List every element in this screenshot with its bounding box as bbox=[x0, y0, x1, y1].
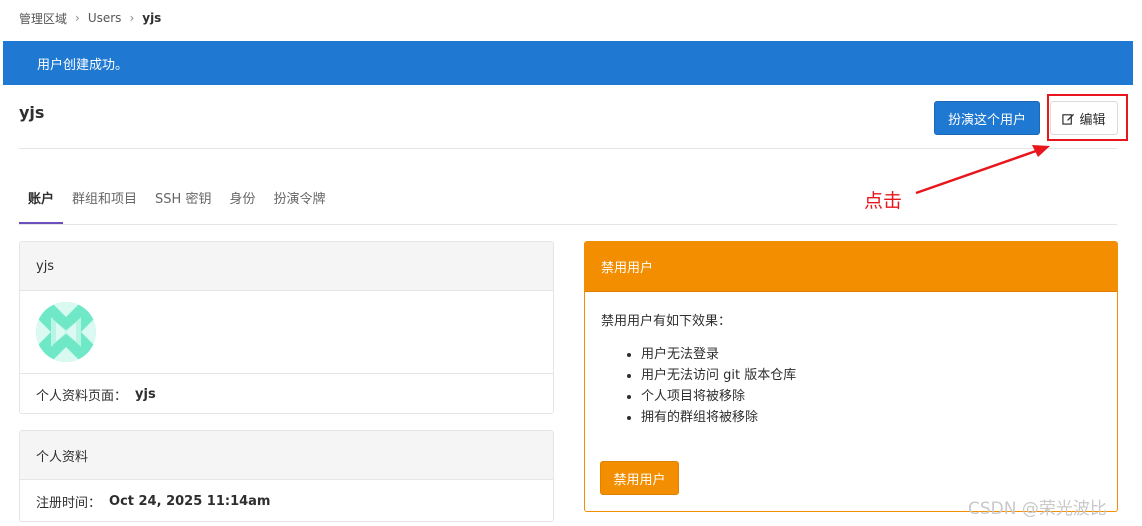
block-user-card-header: 禁用用户 bbox=[585, 242, 1117, 292]
profile-card-header: 个人资料 bbox=[20, 431, 553, 480]
flash-notice: 用户创建成功。 bbox=[3, 41, 1133, 85]
impersonate-button-label: 扮演这个用户 bbox=[947, 112, 1026, 128]
breadcrumb: 管理区域 › Users › yjs bbox=[19, 10, 161, 26]
member-since-row: 注册时间： Oct 24, 2025 11:14am bbox=[20, 480, 553, 521]
list-item: 拥有的群组将被移除 bbox=[641, 407, 1101, 428]
annotation-highlight-box bbox=[1047, 94, 1128, 141]
watermark: CSDN @荣光波比 bbox=[968, 499, 1107, 519]
header-divider bbox=[19, 148, 1117, 149]
user-card: yjs 个人资料页面： yjs bbox=[19, 241, 554, 414]
chevron-right-icon: › bbox=[75, 11, 80, 25]
breadcrumb-users[interactable]: Users bbox=[88, 11, 122, 25]
chevron-right-icon: › bbox=[129, 11, 135, 25]
page-title: yjs bbox=[19, 103, 45, 122]
user-card-header: yjs bbox=[20, 242, 553, 291]
block-user-body: 禁用用户有如下效果： 用户无法登录 用户无法访问 git 版本仓库 个人项目将被… bbox=[585, 292, 1117, 428]
annotation-text: 点击 bbox=[864, 190, 903, 212]
list-item: 个人项目将被移除 bbox=[641, 386, 1101, 407]
list-item: 用户无法登录 bbox=[641, 344, 1101, 365]
tab-impersonation-tokens[interactable]: 扮演令牌 bbox=[264, 180, 334, 224]
breadcrumb-current: yjs bbox=[142, 11, 162, 25]
user-tabs: 账户 群组和项目 SSH 密钥 身份 扮演令牌 bbox=[19, 180, 334, 224]
member-since-value: Oct 24, 2025 11:14am bbox=[109, 493, 271, 509]
block-user-button[interactable]: 禁用用户 bbox=[600, 461, 679, 495]
tab-groups-projects[interactable]: 群组和项目 bbox=[63, 180, 146, 224]
block-user-button-label: 禁用用户 bbox=[613, 472, 666, 488]
profile-page-link[interactable]: yjs bbox=[135, 387, 156, 402]
profile-page-row: 个人资料页面： yjs bbox=[20, 373, 553, 413]
avatar bbox=[36, 302, 96, 362]
flash-message: 用户创建成功。 bbox=[37, 57, 129, 73]
avatar-row bbox=[20, 291, 553, 373]
tabs-divider bbox=[19, 224, 1117, 225]
tab-identities[interactable]: 身份 bbox=[220, 180, 264, 224]
block-effects-list: 用户无法登录 用户无法访问 git 版本仓库 个人项目将被移除 拥有的群组将被移… bbox=[641, 344, 1101, 428]
tab-ssh-keys[interactable]: SSH 密钥 bbox=[146, 180, 220, 224]
tab-account[interactable]: 账户 bbox=[19, 180, 64, 224]
list-item: 用户无法访问 git 版本仓库 bbox=[641, 365, 1101, 386]
member-since-label: 注册时间： bbox=[36, 495, 102, 511]
breadcrumb-admin-area[interactable]: 管理区域 bbox=[19, 10, 67, 27]
block-user-intro: 禁用用户有如下效果： bbox=[601, 314, 732, 329]
profile-page-label: 个人资料页面： bbox=[36, 388, 128, 404]
profile-card: 个人资料 注册时间： Oct 24, 2025 11:14am bbox=[19, 430, 554, 522]
impersonate-button[interactable]: 扮演这个用户 bbox=[934, 101, 1040, 135]
